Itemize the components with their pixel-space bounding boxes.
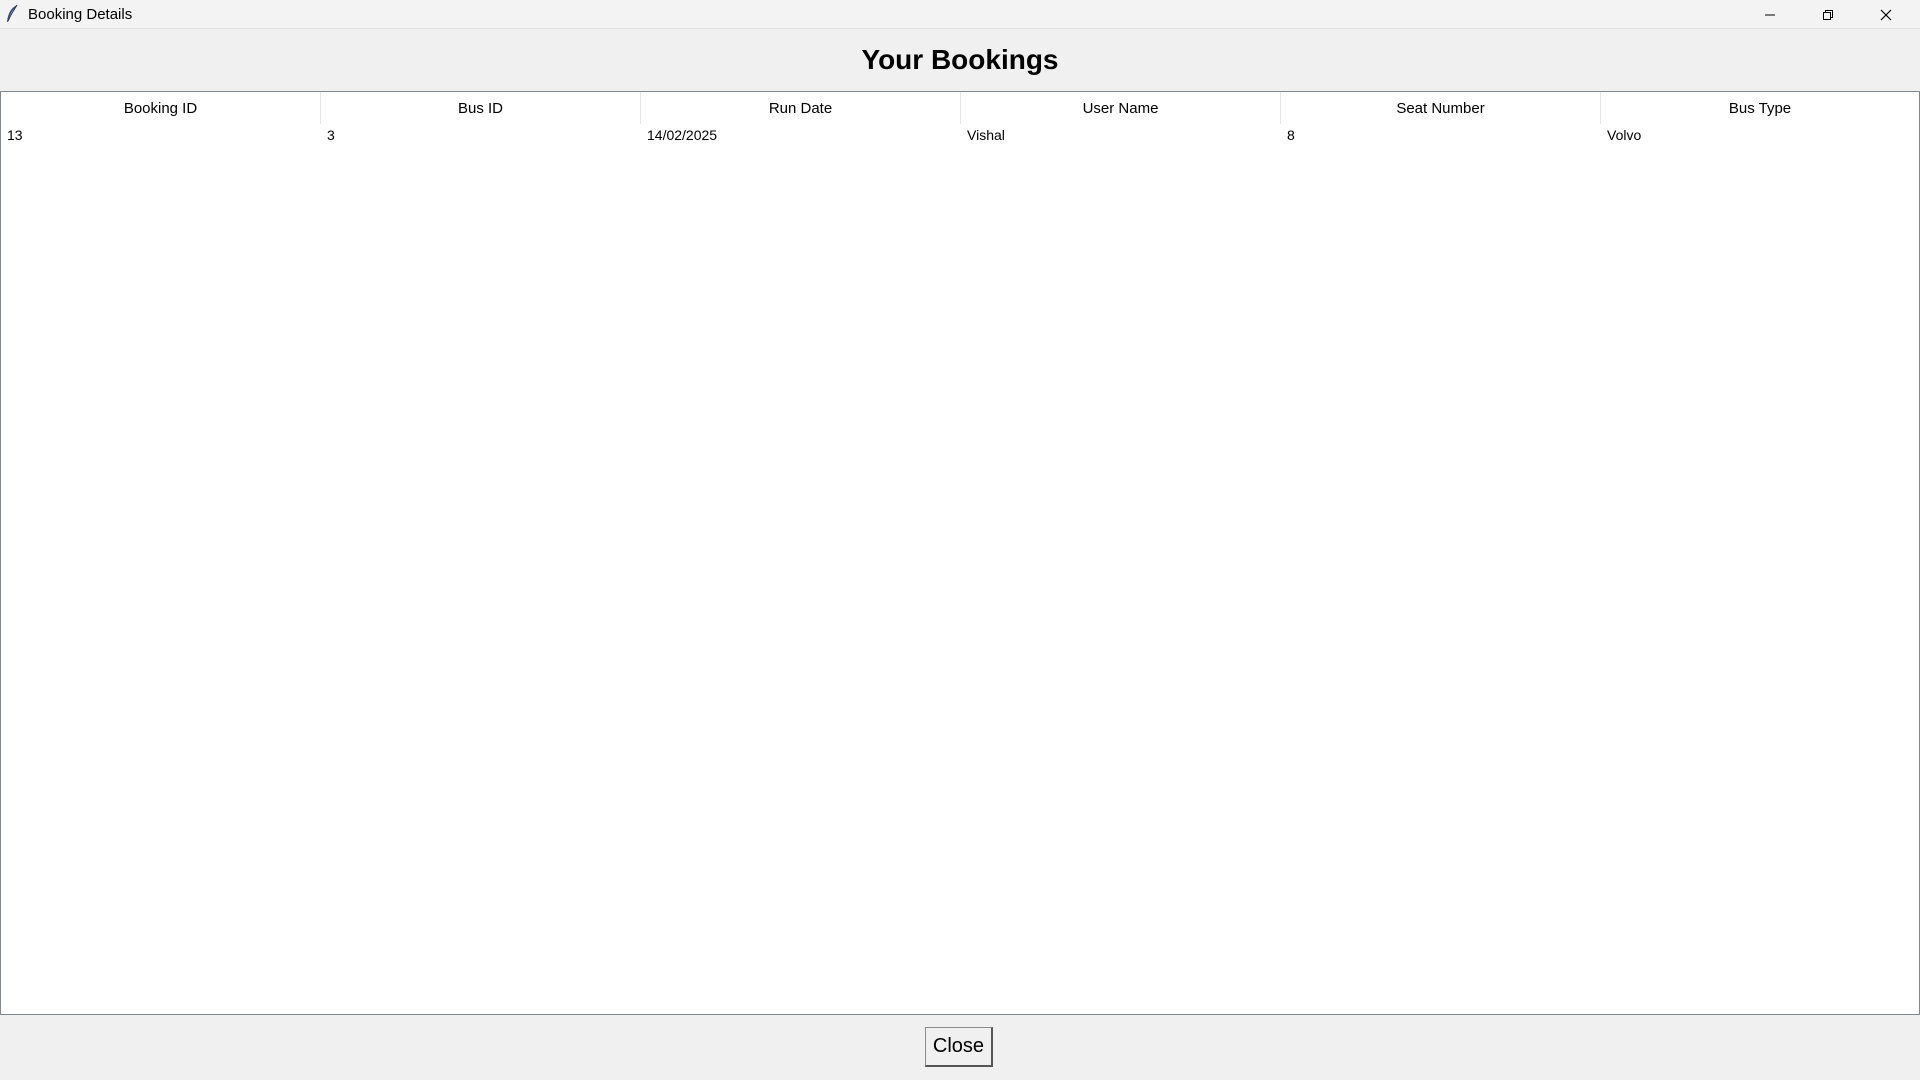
column-header-run-date[interactable]: Run Date <box>641 92 961 124</box>
cell-seat-number: 8 <box>1287 127 1295 143</box>
booking-details-window: Booking Details Your Bookings Booking ID… <box>0 0 1920 1080</box>
column-header-seat-number[interactable]: Seat Number <box>1281 92 1601 124</box>
cell-bus-type: Volvo <box>1607 127 1642 143</box>
close-button[interactable]: Close <box>925 1027 993 1067</box>
page-title: Your Bookings <box>861 44 1059 75</box>
cell-booking-id: 13 <box>7 127 23 143</box>
title-bar[interactable]: Booking Details <box>0 0 1920 29</box>
minimize-icon <box>1765 14 1775 15</box>
table-header-row: Booking ID Bus ID Run Date User Name Sea… <box>1 92 1919 124</box>
column-header-user-name[interactable]: User Name <box>961 92 1281 124</box>
close-icon <box>1880 9 1892 20</box>
column-header-booking-id[interactable]: Booking ID <box>1 92 321 124</box>
feather-icon <box>5 4 19 24</box>
window-title: Booking Details <box>28 6 133 23</box>
minimize-button[interactable] <box>1741 0 1799 29</box>
column-header-bus-id[interactable]: Bus ID <box>321 92 641 124</box>
restore-button[interactable] <box>1799 0 1857 29</box>
restore-icon <box>1823 9 1833 20</box>
cell-user-name: Vishal <box>967 127 1005 143</box>
close-window-button[interactable] <box>1857 0 1915 29</box>
cell-run-date: 14/02/2025 <box>647 127 718 143</box>
cell-bus-id: 3 <box>327 127 335 143</box>
bookings-table[interactable]: Booking ID Bus ID Run Date User Name Sea… <box>0 91 1920 1015</box>
column-header-bus-type[interactable]: Bus Type <box>1601 92 1919 124</box>
table-row[interactable]: 13 3 14/02/2025 Vishal 8 Volvo <box>1 124 1919 146</box>
